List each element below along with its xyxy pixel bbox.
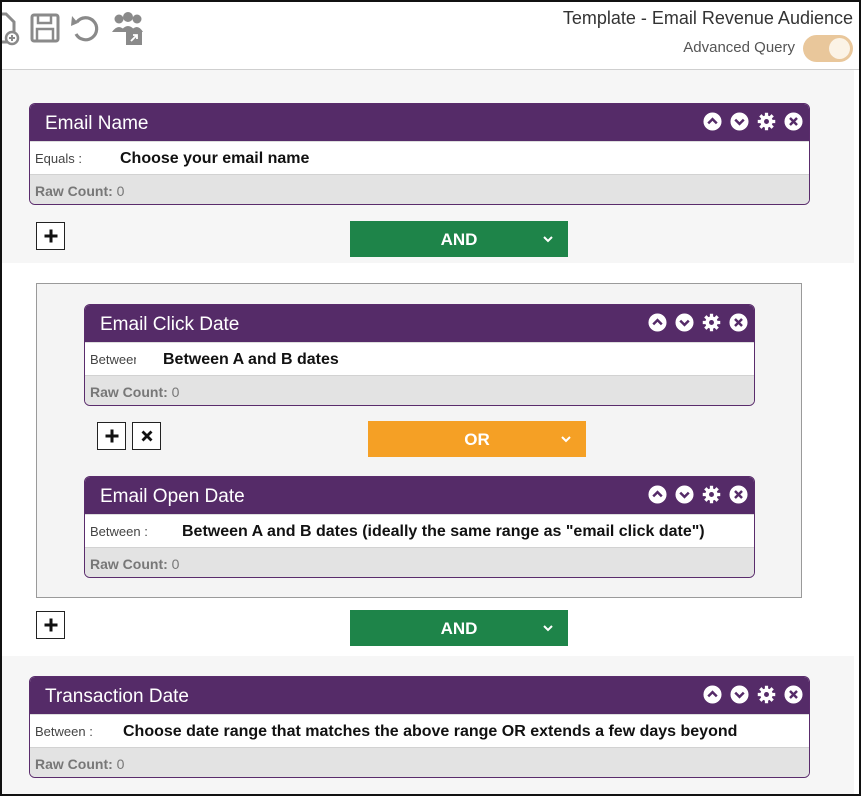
new-document-icon[interactable] [2, 10, 22, 46]
raw-count: Raw Count: 0 [90, 384, 179, 400]
toolbar: Template - Email Revenue Audience Advanc… [2, 2, 859, 70]
gear-icon[interactable] [702, 313, 721, 332]
rule-condition-row: Between : Choose date range that matches… [30, 714, 809, 747]
or-group: Email Click Date Between : Between A and… [36, 283, 802, 598]
add-rule-button[interactable] [97, 422, 126, 450]
gear-icon[interactable] [757, 685, 776, 704]
operator-label: AND [440, 230, 478, 249]
plus-icon [44, 618, 57, 632]
close-icon [141, 430, 152, 442]
move-down-icon[interactable] [675, 313, 694, 332]
rule-header: Email Name [30, 104, 809, 141]
raw-count-value: 0 [116, 756, 125, 772]
close-icon[interactable] [729, 313, 748, 332]
raw-count-label: Raw Count: [90, 556, 168, 572]
rule-card-email-click-date: Email Click Date Between : Between A and… [84, 304, 755, 406]
rule-card-transaction-date: Transaction Date Between : Choose date r… [29, 676, 810, 778]
rule-condition-row: Between : Between A and B dates [85, 342, 754, 375]
query-builder-window: Template - Email Revenue Audience Advanc… [0, 0, 861, 796]
move-down-icon[interactable] [675, 485, 694, 504]
or-operator-dropdown[interactable]: OR [368, 421, 586, 457]
move-down-icon[interactable] [730, 685, 749, 704]
undo-icon[interactable] [68, 10, 102, 46]
rule-actions [648, 485, 748, 504]
rule-value[interactable]: Choose date range that matches the above… [123, 723, 737, 741]
close-icon[interactable] [729, 485, 748, 504]
rule-value[interactable]: Between A and B dates [163, 351, 339, 369]
rule-card-email-open-date: Email Open Date Between : Between A and … [84, 476, 755, 578]
add-rule-button[interactable] [36, 222, 65, 250]
move-up-icon[interactable] [648, 313, 667, 332]
advanced-query-toggle[interactable] [803, 35, 853, 62]
chevron-down-icon [560, 434, 572, 444]
raw-count-row: Raw Count: 0 [85, 547, 754, 577]
operator-label: AND [440, 619, 478, 638]
toggle-knob [829, 38, 850, 59]
raw-count-row: Raw Count: 0 [85, 375, 754, 405]
plus-icon [44, 229, 57, 243]
move-up-icon[interactable] [703, 112, 722, 131]
rule-title: Email Click Date [100, 314, 240, 335]
rule-title: Email Open Date [100, 486, 245, 507]
operator-label: OR [464, 430, 490, 449]
save-icon[interactable] [28, 10, 62, 46]
rule-title: Email Name [45, 113, 149, 134]
raw-count: Raw Count: 0 [35, 756, 124, 772]
advanced-query-label: Advanced Query [683, 39, 795, 56]
raw-count-row: Raw Count: 0 [30, 174, 809, 204]
rule-condition-row: Equals : Choose your email name [30, 141, 809, 174]
raw-count-value: 0 [116, 183, 125, 199]
raw-count-value: 0 [171, 384, 180, 400]
raw-count-label: Raw Count: [90, 384, 168, 400]
query-canvas: Email Name Equals : Choose your email na… [2, 70, 859, 794]
raw-count-value: 0 [171, 556, 180, 572]
rule-title: Transaction Date [45, 686, 189, 707]
gear-icon[interactable] [702, 485, 721, 504]
close-icon[interactable] [784, 112, 803, 131]
gear-icon[interactable] [757, 112, 776, 131]
rule-condition-row: Between : Between A and B dates (ideally… [85, 514, 754, 547]
move-down-icon[interactable] [730, 112, 749, 131]
plus-icon [105, 429, 118, 443]
and-operator-dropdown[interactable]: AND [350, 610, 568, 646]
operator-label[interactable]: Between : [90, 352, 136, 367]
rule-actions [648, 313, 748, 332]
operator-label[interactable]: Equals : [35, 151, 115, 166]
rule-actions [703, 685, 803, 704]
and-operator-dropdown[interactable]: AND [350, 221, 568, 257]
chevron-down-icon [542, 623, 554, 633]
template-title: Template - Email Revenue Audience [562, 8, 853, 28]
share-audience-icon[interactable] [110, 10, 144, 46]
raw-count-label: Raw Count: [35, 183, 113, 199]
raw-count: Raw Count: 0 [35, 183, 124, 199]
raw-count-row: Raw Count: 0 [30, 747, 809, 777]
chevron-down-icon [542, 234, 554, 244]
rule-actions [703, 112, 803, 131]
rule-card-email-name: Email Name Equals : Choose your email na… [29, 103, 810, 205]
rule-value[interactable]: Choose your email name [120, 150, 309, 168]
move-up-icon[interactable] [648, 485, 667, 504]
close-icon[interactable] [784, 685, 803, 704]
operator-label[interactable]: Between : [35, 724, 115, 739]
raw-count: Raw Count: 0 [90, 556, 179, 572]
rule-header: Email Click Date [85, 305, 754, 342]
rule-header: Email Open Date [85, 477, 754, 514]
add-rule-button[interactable] [36, 611, 65, 639]
remove-group-button[interactable] [132, 422, 161, 450]
raw-count-label: Raw Count: [35, 756, 113, 772]
rule-header: Transaction Date [30, 677, 809, 714]
operator-label[interactable]: Between : [90, 524, 170, 539]
rule-value[interactable]: Between A and B dates (ideally the same … [182, 523, 705, 541]
move-up-icon[interactable] [703, 685, 722, 704]
